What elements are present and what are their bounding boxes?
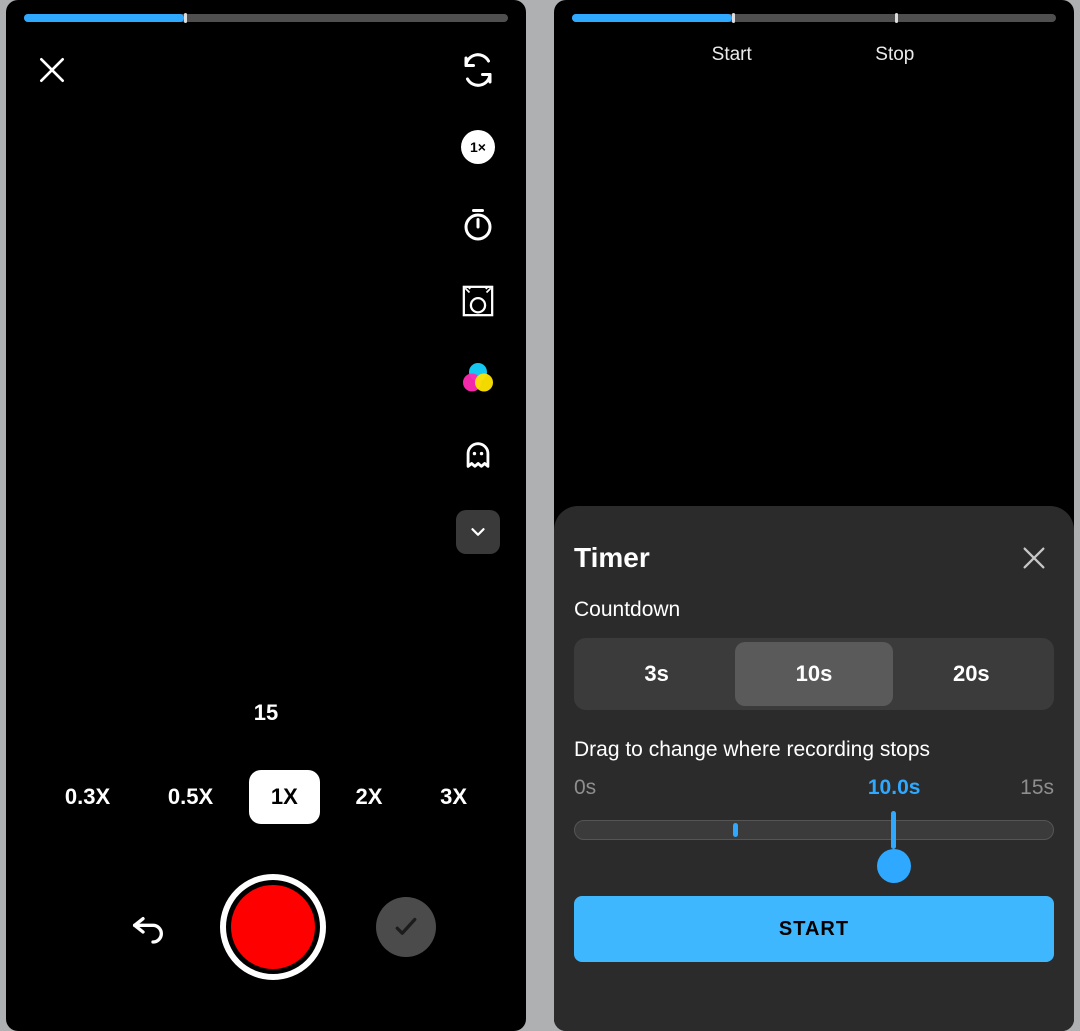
capture-row	[6, 872, 526, 982]
countdown-option-2[interactable]: 20s	[893, 642, 1050, 706]
timer-screen: Start Stop Timer Countdown 3s 10s 20s Dr…	[554, 0, 1074, 1031]
countdown-option-1[interactable]: 10s	[735, 642, 892, 706]
close-icon	[1020, 544, 1048, 572]
check-icon	[391, 912, 421, 942]
recording-progress: Start Stop	[572, 14, 1056, 22]
slider-handle-stem	[891, 811, 896, 849]
timer-icon	[460, 206, 496, 242]
speed-option-3[interactable]: 2X	[334, 770, 405, 824]
record-button[interactable]	[220, 874, 326, 980]
slider-max-label: 15s	[1020, 776, 1054, 804]
speed-option-1[interactable]: 0.5X	[146, 770, 235, 824]
flip-icon	[460, 52, 496, 88]
start-marker-label: Start	[712, 44, 752, 66]
recording-progress-fill	[24, 14, 184, 22]
camera-screen: 1× 15 0.3X	[6, 0, 526, 1031]
start-timer-button[interactable]: START	[574, 896, 1054, 962]
speed-badge: 1×	[461, 130, 495, 164]
record-icon	[231, 885, 315, 969]
slider-start-tick	[733, 823, 738, 837]
progress-tick	[184, 13, 187, 23]
stop-marker	[895, 13, 898, 23]
speed-option-2[interactable]: 1X	[249, 770, 320, 824]
ghost-icon	[461, 438, 495, 472]
recording-progress	[24, 14, 508, 22]
speed-option-0[interactable]: 0.3X	[43, 770, 132, 824]
confirm-button[interactable]	[376, 897, 436, 957]
sheet-close-button[interactable]	[1014, 538, 1054, 578]
beautify-icon	[461, 284, 495, 318]
side-action-column: 1×	[450, 48, 506, 554]
slider-labels: 0s 10.0s 15s	[574, 776, 1054, 804]
timer-button[interactable]	[456, 202, 500, 246]
speed-selector: 0.3X 0.5X 1X 2X 3X	[6, 770, 526, 824]
close-icon	[36, 54, 68, 86]
chevron-down-icon	[467, 521, 489, 543]
stop-time-slider[interactable]	[574, 820, 1054, 840]
speed-option-4[interactable]: 3X	[418, 770, 489, 824]
flip-camera-button[interactable]	[456, 48, 500, 92]
sheet-title: Timer	[574, 542, 650, 574]
drag-instruction: Drag to change where recording stops	[574, 738, 1054, 762]
start-marker	[732, 13, 735, 23]
effects-button[interactable]	[456, 433, 500, 477]
more-tools-button[interactable]	[456, 510, 500, 554]
beautify-button[interactable]	[456, 279, 500, 323]
recording-progress-fill	[572, 14, 732, 22]
countdown-segment: 3s 10s 20s	[574, 638, 1054, 710]
undo-icon	[128, 907, 168, 947]
undo-button[interactable]	[126, 905, 170, 949]
speed-button[interactable]: 1×	[456, 125, 500, 169]
slider-handle[interactable]	[877, 849, 911, 883]
countdown-label: Countdown	[574, 598, 1054, 622]
countdown-option-0[interactable]: 3s	[578, 642, 735, 706]
stop-marker-label: Stop	[875, 44, 914, 66]
slider-min-label: 0s	[574, 776, 596, 804]
filters-button[interactable]	[456, 356, 500, 400]
timer-sheet: Timer Countdown 3s 10s 20s Drag to chang…	[554, 506, 1074, 1031]
slider-value-label: 10.0s	[868, 776, 921, 800]
clip-duration-label: 15	[254, 700, 278, 726]
close-button[interactable]	[30, 48, 74, 92]
filters-icon	[460, 360, 496, 396]
